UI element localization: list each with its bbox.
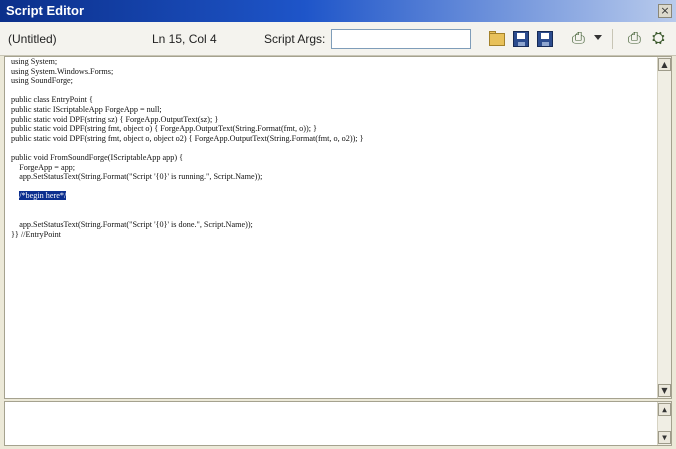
script-editor-window: Script Editor × (Untitled) Ln 15, Col 4 …	[0, 0, 676, 449]
code-line[interactable]: public static void DPF(string fmt, objec…	[11, 124, 364, 134]
cursor-position-label: Ln 15, Col 4	[152, 32, 217, 46]
scroll-up-button[interactable]: ▲	[658, 58, 671, 71]
output-scroll-up-button[interactable]: ▲	[658, 403, 671, 416]
open-folder-icon[interactable]	[488, 30, 506, 48]
code-line[interactable]	[11, 211, 364, 221]
code-editor[interactable]: using System; using System.Windows.Forms;…	[4, 56, 672, 399]
output-pane[interactable]: ▲ ▼	[4, 401, 672, 446]
code-line[interactable]	[11, 86, 364, 96]
code-text[interactable]: using System; using System.Windows.Forms;…	[11, 57, 364, 239]
code-line[interactable]	[11, 182, 364, 192]
window-title: Script Editor	[6, 3, 85, 18]
code-line[interactable]	[11, 143, 364, 153]
code-line[interactable]: public class EntryPoint {	[11, 95, 364, 105]
code-line[interactable]: app.SetStatusText(String.Format("Script …	[11, 220, 364, 230]
code-line[interactable]: public static void DPF(string fmt, objec…	[11, 134, 364, 144]
code-line[interactable]: }} //EntryPoint	[11, 230, 364, 240]
script-args-input[interactable]	[331, 29, 471, 49]
code-line[interactable]: app.SetStatusText(String.Format("Script …	[11, 172, 364, 182]
save-icon[interactable]	[512, 30, 530, 48]
output-scrollbar[interactable]: ▲ ▼	[657, 402, 671, 445]
close-button[interactable]: ×	[658, 4, 672, 18]
editor-scrollbar[interactable]: ▲ ▼	[657, 57, 671, 398]
code-line[interactable]: public static void DPF(string sz) { Forg…	[11, 115, 364, 125]
code-line[interactable]	[11, 201, 364, 211]
code-line[interactable]: using System.Windows.Forms;	[11, 67, 364, 77]
selected-text[interactable]: /*begin here*/	[19, 191, 67, 201]
toolbar-separator	[612, 29, 613, 49]
toolbar: (Untitled) Ln 15, Col 4 Script Args: ⎙ ⎙…	[0, 22, 676, 56]
dropdown-arrow-icon[interactable]	[594, 35, 602, 40]
stop-icon[interactable]: ⛭	[652, 28, 670, 48]
code-line[interactable]: public void FromSoundForge(IScriptableAp…	[11, 153, 364, 163]
code-line[interactable]: /*begin here*/	[11, 191, 364, 201]
file-name-label: (Untitled)	[8, 32, 57, 46]
code-line[interactable]: public static IScriptableApp ForgeApp = …	[11, 105, 364, 115]
scroll-down-button[interactable]: ▼	[658, 384, 671, 397]
code-line[interactable]: ForgeApp = app;	[11, 163, 364, 173]
run-icon[interactable]: ⎙	[628, 28, 646, 48]
save-all-icon[interactable]	[536, 30, 554, 48]
code-line[interactable]: using System;	[11, 57, 364, 67]
output-scroll-down-button[interactable]: ▼	[658, 431, 671, 444]
compile-run-icon[interactable]: ⎙	[572, 28, 590, 48]
title-bar[interactable]: Script Editor ×	[0, 0, 676, 22]
script-args-label: Script Args:	[264, 32, 326, 46]
code-line[interactable]: using SoundForge;	[11, 76, 364, 86]
